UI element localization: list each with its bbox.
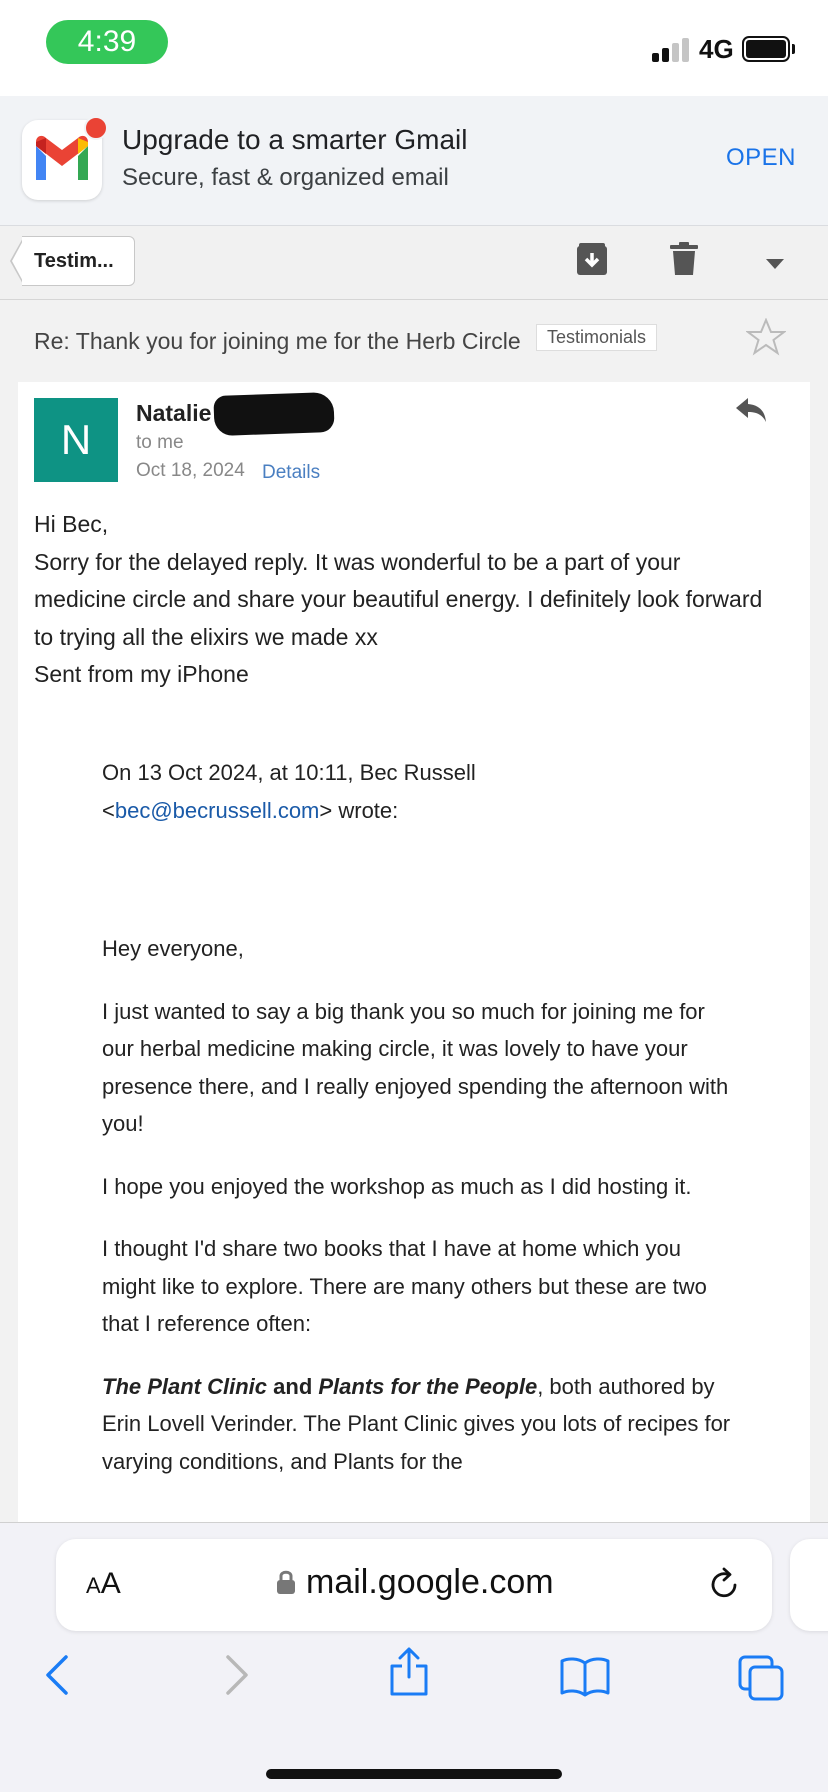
- quote-paragraph: I just wanted to say a big thank you so …: [102, 998, 729, 1137]
- quoted-email-link[interactable]: bec@becrussell.com: [115, 798, 320, 823]
- details-link[interactable]: Details: [262, 462, 320, 484]
- more-dropdown-icon[interactable]: [766, 256, 784, 274]
- quote-greeting: Hey everyone,: [102, 936, 244, 961]
- forward-icon[interactable]: [224, 1653, 250, 1702]
- message-date: Oct 18, 2024: [136, 460, 245, 481]
- back-icon[interactable]: [44, 1653, 70, 1702]
- avatar: N: [34, 398, 118, 482]
- star-icon[interactable]: [745, 317, 787, 361]
- url-text[interactable]: mail.google.com: [306, 1563, 554, 1602]
- label-chip[interactable]: Testimonials: [536, 324, 658, 351]
- browser-bar: AA mail.google.com: [0, 1522, 828, 1792]
- open-app-button[interactable]: OPEN: [726, 144, 796, 172]
- quote-paragraph: I thought I'd share two books that I hav…: [102, 1236, 707, 1336]
- subject-row: Re: Thank you for joining me for the Her…: [0, 300, 828, 380]
- book-title: Plants for the People: [318, 1373, 538, 1399]
- body-line: Sent from my iPhone: [34, 661, 249, 687]
- address-bar[interactable]: AA mail.google.com: [56, 1539, 772, 1631]
- network-type: 4G: [699, 34, 734, 64]
- archive-icon[interactable]: [576, 242, 608, 281]
- body-line: to trying all the elixirs we made xx: [34, 623, 378, 650]
- share-icon[interactable]: [388, 1647, 430, 1702]
- back-to-label-button[interactable]: Testim...: [22, 236, 135, 286]
- text-size-button[interactable]: AA: [86, 1567, 121, 1601]
- email-subject: Re: Thank you for joining me for the Her…: [34, 328, 521, 354]
- quote-header: On 13 Oct 2024, at 10:11, Bec Russell <b…: [102, 760, 476, 823]
- promo-subtitle: Secure, fast & organized email: [122, 164, 449, 191]
- body-line: Sorry for the delayed reply. It was wond…: [34, 548, 681, 575]
- home-indicator: [266, 1769, 562, 1779]
- tabs-icon[interactable]: [738, 1655, 784, 1706]
- message-card: N Natalie to me Oct 18, 2024 Details Hi …: [18, 382, 810, 1522]
- quote-paragraph: The Plant Clinic and Plants for the Peop…: [102, 1373, 731, 1474]
- bookmarks-icon[interactable]: [560, 1657, 610, 1702]
- message-body: Hi Bec, Sorry for the delayed reply. It …: [34, 506, 804, 694]
- body-line: Hi Bec,: [34, 511, 109, 537]
- sender-name: Natalie: [136, 400, 212, 426]
- signal-icon: [652, 38, 690, 62]
- promo-title: Upgrade to a smarter Gmail: [122, 124, 468, 155]
- lock-icon: [276, 1569, 296, 1600]
- status-bar: 4:39 4G: [0, 0, 828, 96]
- status-time: 4:39: [46, 20, 168, 64]
- quote-paragraph: I hope you enjoyed the workshop as much …: [102, 1173, 692, 1199]
- gmail-logo-icon: [22, 116, 108, 200]
- message-toolbar: Testim...: [0, 226, 828, 300]
- battery-icon: [742, 36, 790, 62]
- book-title: The Plant Clinic: [102, 1373, 268, 1399]
- next-tab-peek[interactable]: [790, 1539, 828, 1631]
- reload-icon[interactable]: [708, 1567, 740, 1606]
- reply-icon[interactable]: [734, 396, 768, 429]
- redaction-mark: [213, 391, 335, 437]
- gmail-app-promo: Upgrade to a smarter Gmail Secure, fast …: [0, 96, 828, 226]
- body-line: medicine circle and share your beautiful…: [34, 586, 763, 612]
- trash-icon[interactable]: [670, 242, 698, 281]
- recipient-line: to me: [136, 432, 184, 453]
- quoted-message: Hey everyone, I just wanted to say a big…: [102, 930, 732, 1505]
